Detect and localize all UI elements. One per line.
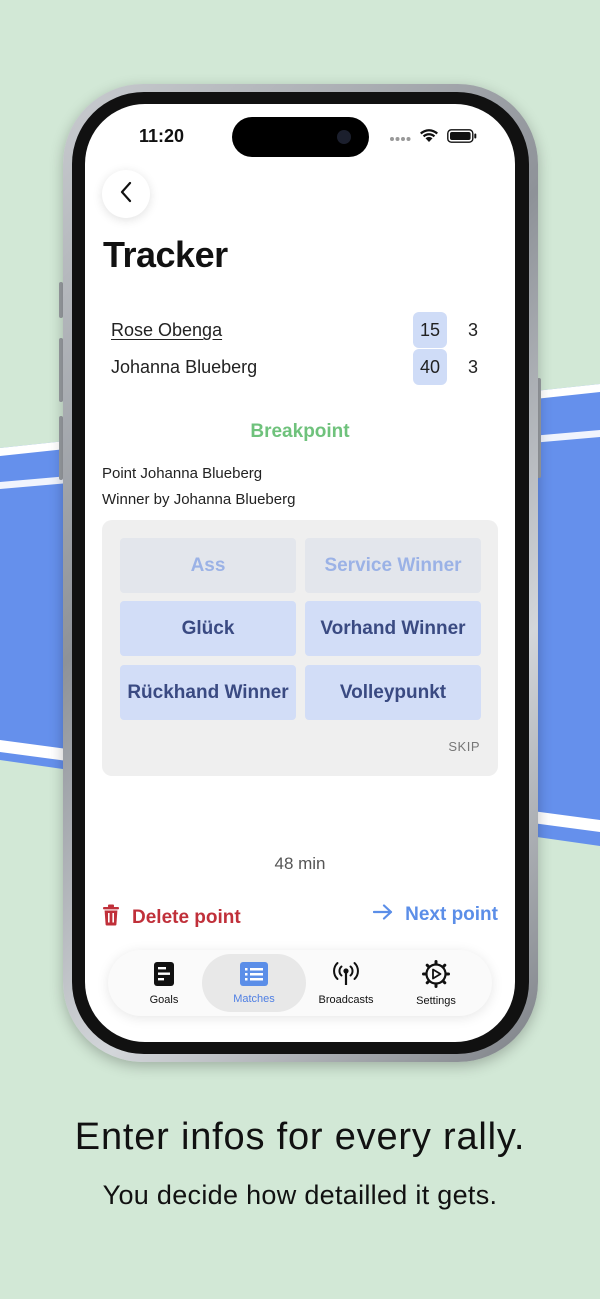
player-row: Rose Obenga 15 3 xyxy=(111,312,491,348)
page-title: Tracker xyxy=(103,234,228,275)
settings-icon xyxy=(422,959,450,991)
chevron-left-icon xyxy=(119,181,133,208)
trash-icon xyxy=(102,904,120,932)
ace-button[interactable]: Ass xyxy=(120,538,296,593)
player-name: Johanna Blueberg xyxy=(111,357,258,377)
player-row: Johanna Blueberg 40 3 xyxy=(111,349,491,385)
next-point-button[interactable]: Next point xyxy=(373,904,498,926)
caption-headline: Enter infos for every rally. xyxy=(74,1116,526,1158)
point-score: 15 xyxy=(413,312,447,348)
skip-button[interactable]: SKIP xyxy=(448,739,480,754)
battery-icon xyxy=(447,128,477,148)
tab-label: Settings xyxy=(416,994,456,1007)
tab-goals[interactable]: Goals xyxy=(112,954,216,1012)
point-score: 40 xyxy=(413,349,447,385)
situation-label: Breakpoint xyxy=(250,421,350,442)
next-point-label: Next point xyxy=(405,904,498,925)
match-duration: 48 min xyxy=(274,854,326,873)
winner-type-panel: Ass Service Winner Glück Vorhand Winner … xyxy=(102,520,498,776)
forehand-winner-button[interactable]: Vorhand Winner xyxy=(305,601,481,656)
tab-bar: Goals Matches Broadcasts Settings xyxy=(108,950,492,1016)
dynamic-island xyxy=(232,117,369,157)
tab-settings[interactable]: Settings xyxy=(384,954,488,1012)
tab-label: Broadcasts xyxy=(318,993,374,1006)
backhand-winner-button[interactable]: Rückhand Winner xyxy=(120,665,296,720)
delete-point-button[interactable]: Delete point xyxy=(102,904,241,932)
status-icons xyxy=(389,128,477,148)
cellular-dots-icon xyxy=(389,129,411,147)
status-time: 11:20 xyxy=(139,126,185,146)
broadcast-icon xyxy=(331,961,361,990)
tab-label: Matches xyxy=(233,992,275,1005)
arrow-right-icon xyxy=(373,904,393,926)
tab-broadcasts[interactable]: Broadcasts xyxy=(294,954,398,1012)
player-name: Rose Obenga xyxy=(111,320,223,340)
tab-matches[interactable]: Matches xyxy=(202,954,306,1012)
wifi-icon xyxy=(419,128,439,148)
game-score: 3 xyxy=(467,357,478,377)
luck-button[interactable]: Glück xyxy=(120,601,296,656)
delete-point-label: Delete point xyxy=(132,907,241,928)
front-camera xyxy=(337,130,351,144)
tab-label: Goals xyxy=(149,993,179,1006)
service-winner-button[interactable]: Service Winner xyxy=(305,538,481,593)
volley-button[interactable]: Volleypunkt xyxy=(305,665,481,720)
goals-icon xyxy=(153,961,175,990)
back-button[interactable] xyxy=(102,170,150,218)
matches-icon xyxy=(240,961,268,989)
game-score: 3 xyxy=(467,320,478,340)
winner-line: Winner by Johanna Blueberg xyxy=(102,491,296,508)
phone-screen: 11:20 Tracker Rose Obenga 15 3 Johanna B… xyxy=(85,104,515,1042)
point-line: Point Johanna Blueberg xyxy=(102,465,263,482)
caption-subline: You decide how detailled it gets. xyxy=(102,1180,498,1210)
